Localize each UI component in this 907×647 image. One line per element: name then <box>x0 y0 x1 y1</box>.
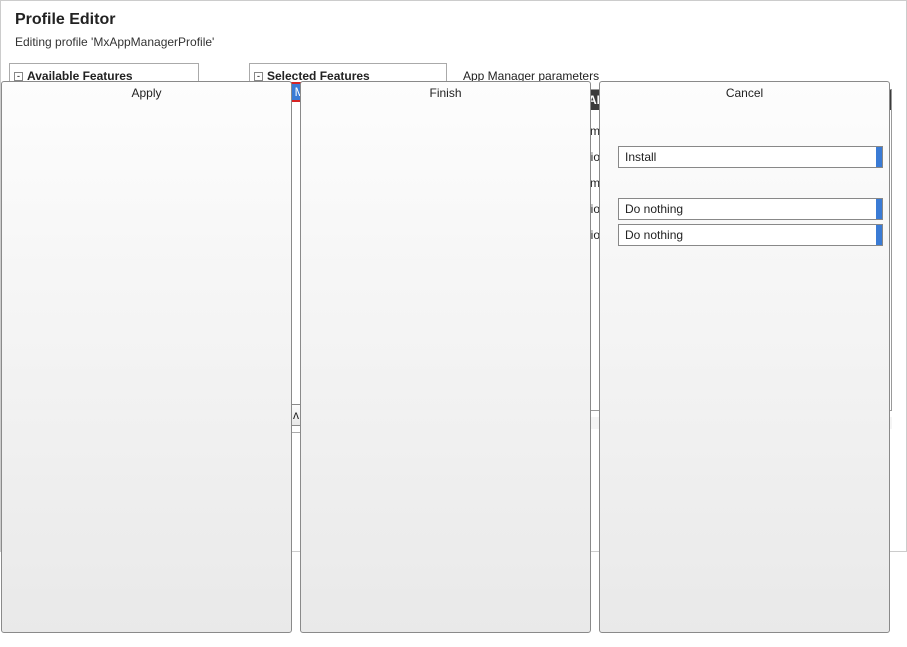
dialog-subtitle: Editing profile 'MxAppManagerProfile' <box>15 35 892 49</box>
select-input[interactable]: Install <box>618 146 883 168</box>
dialog-title: Profile Editor <box>15 11 892 29</box>
dialog-header: Profile Editor Editing profile 'MxAppMan… <box>1 1 906 57</box>
apply-button[interactable]: Apply <box>1 81 292 633</box>
select-input[interactable]: Do nothing <box>618 198 883 220</box>
finish-button[interactable]: Finish <box>300 81 591 633</box>
profile-editor-dialog: Profile Editor Editing profile 'MxAppMan… <box>0 0 907 552</box>
dialog-body: - Available Features +Data CaptureAccess… <box>1 57 906 71</box>
select-input[interactable]: Do nothing <box>618 224 883 246</box>
